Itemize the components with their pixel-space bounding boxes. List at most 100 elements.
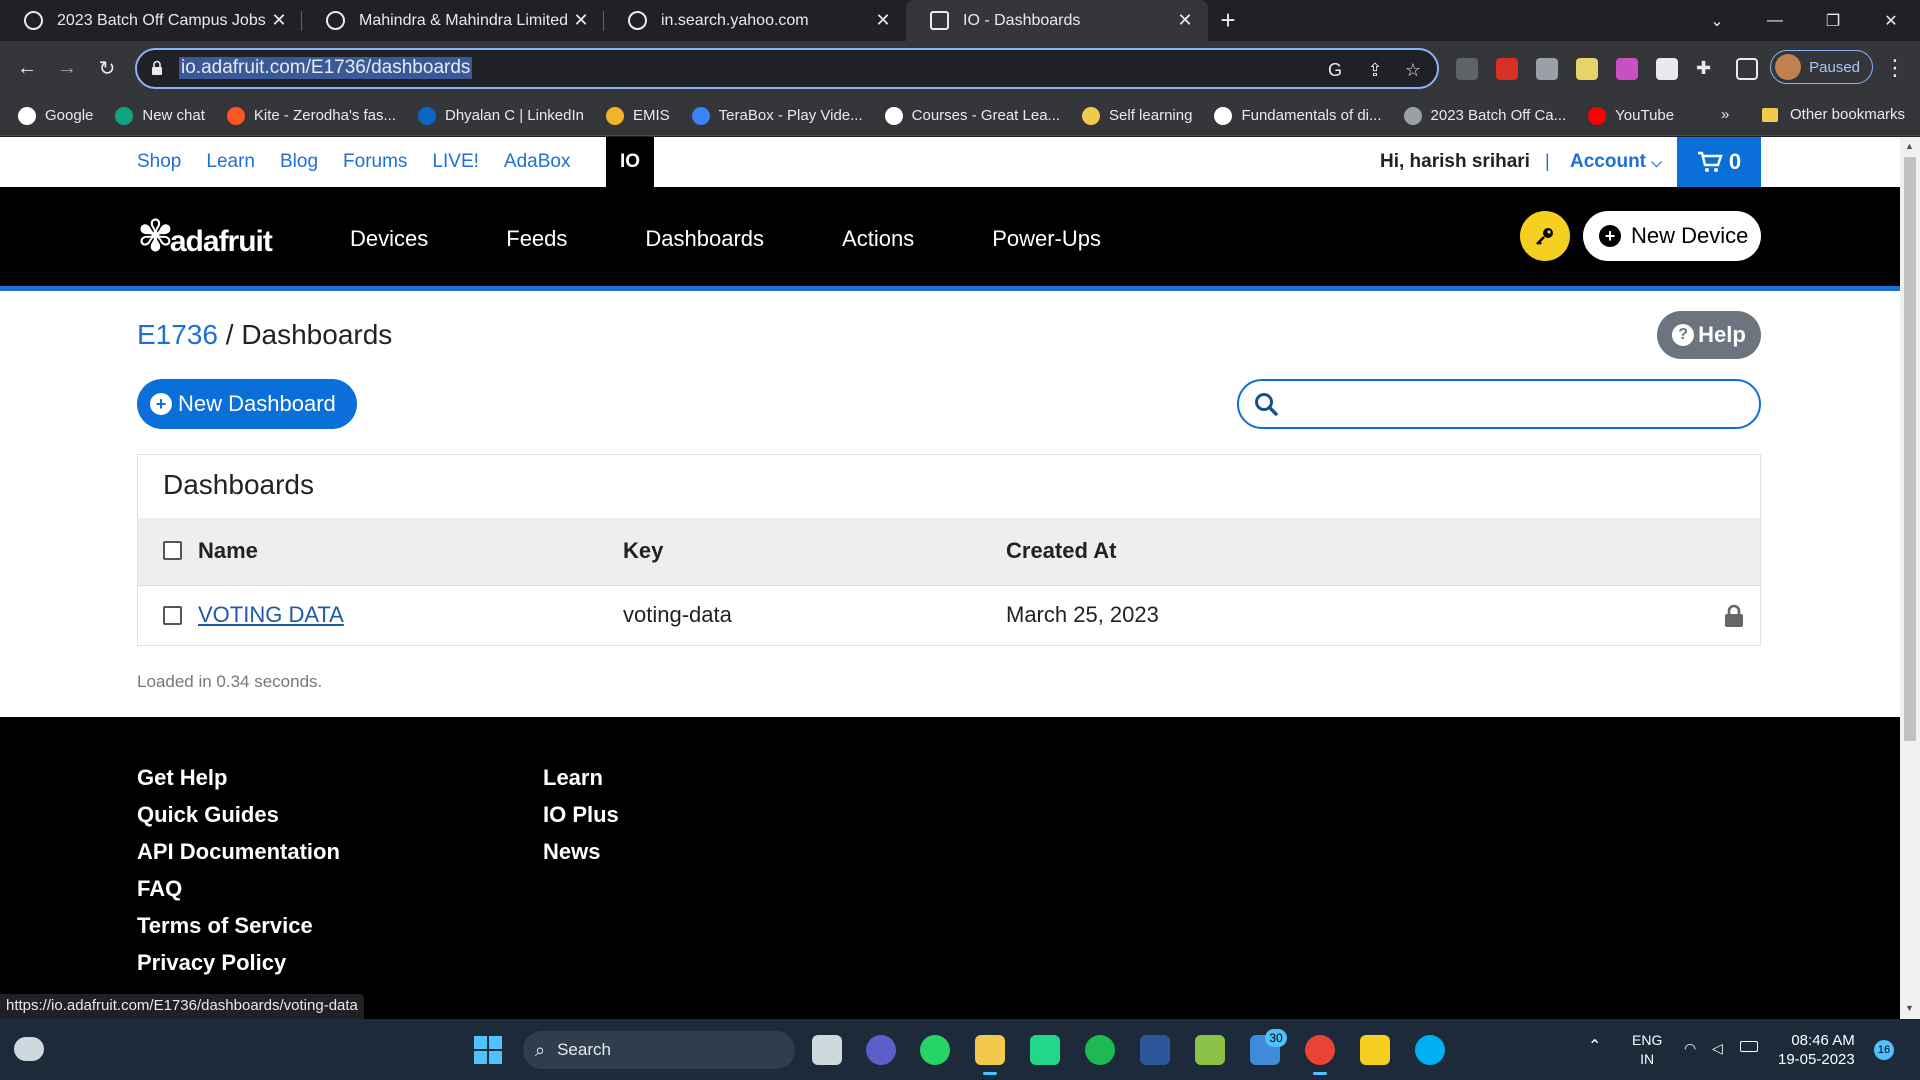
- minimize-button[interactable]: —: [1746, 0, 1804, 41]
- top-nav-live[interactable]: LIVE!: [432, 151, 478, 173]
- new-tab-button[interactable]: +: [1208, 0, 1248, 41]
- teams-chat-icon[interactable]: [866, 1035, 896, 1065]
- close-tab-icon[interactable]: ✕: [874, 10, 892, 31]
- breadcrumb-user-link[interactable]: E1736: [137, 319, 218, 350]
- skype-icon[interactable]: [1415, 1035, 1445, 1065]
- extension-icon[interactable]: [1496, 58, 1518, 80]
- nav-dashboards[interactable]: Dashboards: [645, 226, 764, 252]
- browser-tab[interactable]: in.search.yahoo.com ✕: [604, 0, 906, 41]
- bookmark-item[interactable]: Self learning: [1082, 106, 1192, 125]
- page-scrollbar[interactable]: ▲ ▼: [1900, 137, 1920, 1019]
- address-bar[interactable]: io.adafruit.com/E1736/dashboards G ⇪ ☆: [135, 48, 1439, 89]
- clock[interactable]: 08:46 AM 19-05-2023: [1778, 1031, 1855, 1069]
- footer-link-quick-guides[interactable]: Quick Guides: [137, 802, 340, 839]
- footer-link-privacy[interactable]: Privacy Policy: [137, 950, 340, 987]
- puzzle-icon[interactable]: ✚: [1696, 58, 1718, 80]
- cart-button[interactable]: 0: [1677, 137, 1761, 187]
- bookmark-item[interactable]: Courses - Great Lea...: [884, 106, 1060, 125]
- bookmark-item[interactable]: Kite - Zerodha's fas...: [226, 106, 396, 125]
- top-nav-learn[interactable]: Learn: [206, 151, 255, 173]
- terminal-icon[interactable]: [1360, 1035, 1390, 1065]
- bookmark-item[interactable]: New chat: [115, 106, 205, 125]
- side-panel-icon[interactable]: [1736, 58, 1758, 80]
- new-device-button[interactable]: + New Device: [1583, 211, 1761, 261]
- tab-search-icon[interactable]: ⌄: [1688, 0, 1746, 41]
- bookmark-item[interactable]: Google: [18, 106, 93, 125]
- footer-link-learn[interactable]: Learn: [543, 765, 619, 802]
- battery-icon[interactable]: [1740, 1041, 1758, 1052]
- reload-button[interactable]: ↻: [92, 53, 122, 83]
- nav-devices[interactable]: Devices: [350, 226, 428, 252]
- nav-feeds[interactable]: Feeds: [506, 226, 567, 252]
- column-header-name[interactable]: Name: [198, 538, 258, 564]
- weather-icon[interactable]: [14, 1037, 44, 1061]
- google-lens-icon[interactable]: G: [1324, 59, 1346, 81]
- bookmark-item[interactable]: EMIS: [605, 106, 670, 125]
- footer-link-faq[interactable]: FAQ: [137, 876, 340, 913]
- share-icon[interactable]: ⇪: [1364, 59, 1386, 81]
- taskbar-search[interactable]: ⌕ Search: [523, 1031, 795, 1069]
- language-indicator[interactable]: ENG IN: [1632, 1031, 1662, 1069]
- back-button[interactable]: ←: [12, 53, 42, 83]
- top-nav-adabox[interactable]: AdaBox: [504, 151, 571, 173]
- word-icon[interactable]: [1140, 1035, 1170, 1065]
- profile-button[interactable]: Paused: [1770, 50, 1873, 84]
- pycharm-icon[interactable]: [1030, 1035, 1060, 1065]
- shield-icon[interactable]: [1536, 58, 1558, 80]
- dashboard-search[interactable]: [1237, 379, 1761, 429]
- footer-link-get-help[interactable]: Get Help: [137, 765, 340, 802]
- top-nav-blog[interactable]: Blog: [280, 151, 318, 173]
- nav-actions[interactable]: Actions: [842, 226, 914, 252]
- search-input[interactable]: [1289, 389, 1739, 419]
- bookmarks-overflow-button[interactable]: »: [1721, 106, 1729, 123]
- select-all-checkbox[interactable]: [163, 541, 182, 560]
- row-checkbox[interactable]: [163, 606, 182, 625]
- top-nav-io[interactable]: IO: [606, 137, 654, 187]
- url-text[interactable]: io.adafruit.com/E1736/dashboards: [179, 57, 473, 79]
- forward-button[interactable]: →: [52, 53, 82, 83]
- close-tab-icon[interactable]: ✕: [270, 10, 288, 31]
- close-tab-icon[interactable]: ✕: [1176, 10, 1194, 31]
- column-header-created-at[interactable]: Created At: [1006, 538, 1116, 564]
- browser-tab[interactable]: Mahindra & Mahindra Limited Of ✕: [302, 0, 604, 41]
- file-explorer-icon[interactable]: [975, 1035, 1005, 1075]
- volume-icon[interactable]: ◁: [1712, 1039, 1723, 1058]
- dashboard-link[interactable]: VOTING DATA: [198, 602, 344, 628]
- extension-icon[interactable]: [1456, 58, 1478, 80]
- browser-tab[interactable]: 2023 Batch Off Campus Jobs | Of ✕: [0, 0, 302, 41]
- api-key-button[interactable]: [1520, 211, 1570, 261]
- spotify-icon[interactable]: [1085, 1035, 1115, 1065]
- browser-tab-active[interactable]: IO - Dashboards ✕: [906, 0, 1208, 41]
- chrome-icon[interactable]: [1305, 1035, 1335, 1075]
- notepad-icon[interactable]: [1195, 1035, 1225, 1065]
- new-dashboard-button[interactable]: + New Dashboard: [137, 379, 357, 429]
- close-window-button[interactable]: ✕: [1862, 0, 1920, 41]
- top-nav-forums[interactable]: Forums: [343, 151, 407, 173]
- bookmark-item[interactable]: YouTube: [1588, 106, 1674, 125]
- footer-link-io-plus[interactable]: IO Plus: [543, 802, 619, 839]
- restore-button[interactable]: ❐: [1804, 0, 1862, 41]
- footer-link-terms[interactable]: Terms of Service: [137, 913, 340, 950]
- footer-link-api-docs[interactable]: API Documentation: [137, 839, 340, 876]
- chevron-up-icon[interactable]: ⌃: [1588, 1037, 1601, 1056]
- account-menu[interactable]: Account ⌵: [1570, 151, 1662, 173]
- other-bookmarks-folder[interactable]: Other bookmarks: [1762, 106, 1905, 123]
- wifi-icon[interactable]: ◠: [1684, 1039, 1696, 1058]
- bookmark-item[interactable]: 2023 Batch Off Ca...: [1403, 106, 1566, 125]
- color-picker-icon[interactable]: [1616, 58, 1638, 80]
- close-tab-icon[interactable]: ✕: [572, 10, 590, 31]
- bookmark-item[interactable]: Dhyalan C | LinkedIn: [418, 106, 584, 125]
- adafruit-logo[interactable]: ✾ adafruit: [137, 215, 273, 259]
- notification-count-badge[interactable]: 16: [1874, 1040, 1894, 1060]
- column-header-key[interactable]: Key: [623, 538, 663, 564]
- scroll-down-icon[interactable]: ▼: [1905, 1003, 1914, 1013]
- whatsapp-icon[interactable]: [920, 1035, 950, 1065]
- bookmark-item[interactable]: Fundamentals of di...: [1214, 106, 1382, 125]
- help-button[interactable]: ? Help: [1657, 311, 1761, 359]
- search-extension-icon[interactable]: [1656, 58, 1678, 80]
- scrollbar-thumb[interactable]: [1904, 157, 1916, 741]
- start-button[interactable]: [474, 1036, 502, 1064]
- top-nav-shop[interactable]: Shop: [137, 151, 181, 173]
- bookmark-star-icon[interactable]: ☆: [1402, 59, 1424, 81]
- extension-icon[interactable]: [1576, 58, 1598, 80]
